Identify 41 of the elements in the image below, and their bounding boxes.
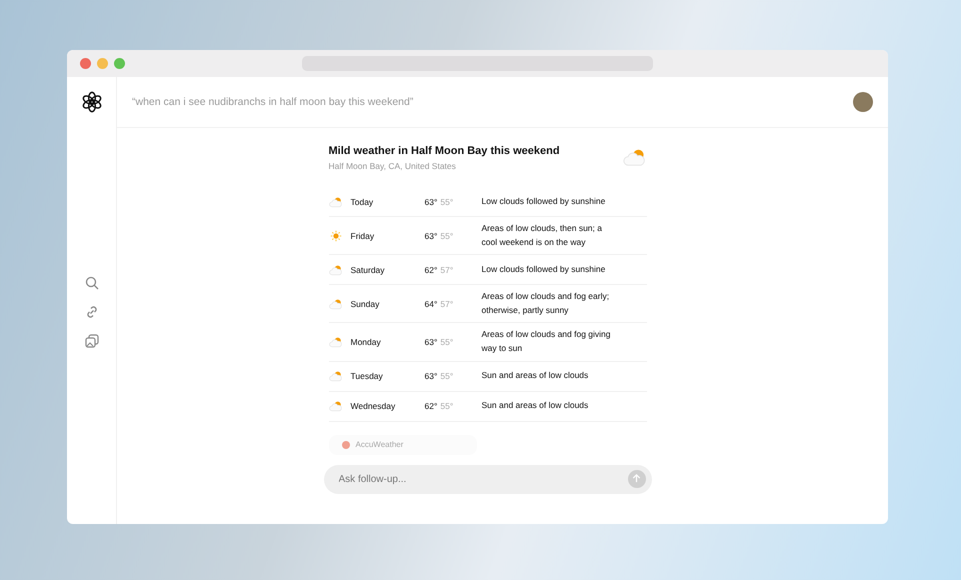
day-label: Monday	[350, 336, 382, 347]
weather-title: Mild weather in Half Moon Bay this weekend	[328, 145, 560, 157]
forecast-summary: Areas of low clouds, then sun; a cool weekend is on the way	[482, 222, 603, 249]
forecast-summary: Sun and areas of low clouds	[482, 399, 590, 412]
high-temperature: 62°	[424, 264, 438, 275]
forecast-summary: Low clouds followed by sunshine	[482, 262, 606, 276]
high-temperature: 63°	[424, 196, 438, 206]
low-temperature: 55°	[440, 230, 454, 241]
forecast-summary: Sun and areas of low clouds	[482, 369, 590, 382]
low-temperature: 55°	[440, 336, 454, 347]
avatar[interactable]	[853, 92, 873, 112]
search-icon[interactable]	[84, 275, 100, 291]
query-text: “when can i see nudibranchs in half moon bay this weekend”	[132, 96, 414, 108]
high-temperature: 63°	[424, 336, 438, 347]
day-label: Sunday	[350, 298, 380, 309]
maximize-button[interactable]	[114, 58, 125, 69]
high-temperature: 62°	[424, 401, 438, 412]
high-temperature: 63°	[424, 230, 438, 241]
follow-up-field[interactable]: Ask follow-up...	[324, 464, 652, 494]
day-label: Saturday	[350, 264, 386, 275]
low-temperature: 57°	[440, 298, 454, 309]
forecast-summary: Areas of low clouds and fog early; otherwise, partly sunny	[482, 290, 610, 317]
low-temperature: 55°	[440, 371, 454, 382]
close-button[interactable]	[80, 58, 91, 69]
day-label: Tuesday	[350, 371, 384, 382]
arrow-up-icon	[631, 473, 642, 484]
source-name: AccuWeather	[356, 440, 404, 450]
forecast-summary: Low clouds followed by sunshine	[482, 194, 606, 208]
high-temperature: 63°	[424, 371, 438, 382]
day-label: Friday	[350, 230, 376, 241]
location-text: Half Moon Bay, CA, United States	[328, 161, 457, 171]
source-chip[interactable]: AccuWeather	[328, 434, 476, 455]
high-temperature: 64°	[424, 298, 438, 309]
day-label: Today	[350, 196, 374, 206]
day-label: Wednesday	[350, 401, 396, 412]
forecast-summary: Areas of low clouds and fog giving way to sun	[482, 328, 612, 355]
low-temperature: 55°	[440, 401, 454, 412]
sun-behind-cloud-icon	[622, 148, 646, 167]
images-icon[interactable]	[84, 333, 100, 349]
low-temperature: 55°	[440, 196, 454, 206]
low-temperature: 57°	[440, 264, 454, 275]
